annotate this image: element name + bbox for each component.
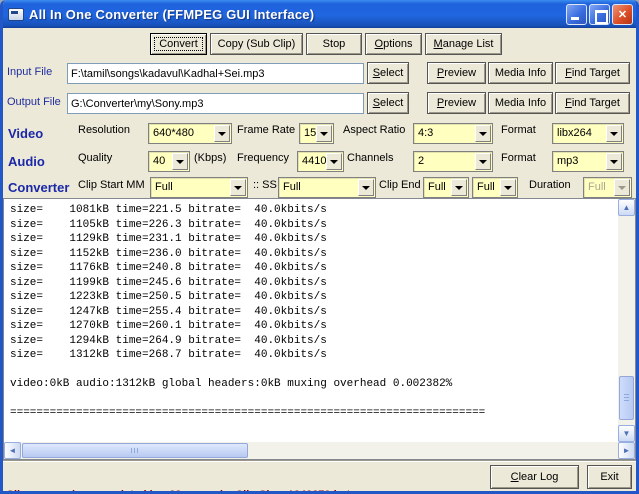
- dropdown-arrow-icon[interactable]: [475, 125, 491, 142]
- aspect-ratio-select[interactable]: 4:3: [413, 123, 493, 144]
- channels-label: Channels: [347, 152, 393, 164]
- resolution-label: Resolution: [78, 124, 130, 136]
- duration-label: Duration: [529, 179, 571, 191]
- frame-rate-select[interactable]: 15: [299, 123, 334, 144]
- converter-section-label: Converter: [8, 180, 69, 195]
- maximize-button[interactable]: [589, 4, 610, 25]
- dropdown-arrow-icon: [614, 179, 630, 196]
- frequency-select[interactable]: 44100: [297, 151, 344, 172]
- vertical-scrollbar[interactable]: ▲ ▼: [618, 199, 635, 442]
- close-button[interactable]: ✕: [612, 4, 633, 25]
- scroll-down-icon[interactable]: ▼: [618, 425, 635, 442]
- clear-log-button[interactable]: Clear Log: [490, 465, 579, 489]
- dropdown-arrow-icon[interactable]: [316, 125, 332, 142]
- kbps-label: (Kbps): [194, 152, 226, 164]
- stop-button[interactable]: Stop: [306, 33, 362, 55]
- scroll-up-icon[interactable]: ▲: [618, 199, 635, 216]
- input-file-label: Input File: [7, 66, 52, 78]
- video-format-label: Format: [501, 124, 536, 136]
- input-preview-button[interactable]: Preview: [427, 62, 486, 84]
- output-preview-button[interactable]: Preview: [427, 92, 486, 114]
- audio-format-select[interactable]: mp3: [552, 151, 624, 172]
- output-file-field[interactable]: [67, 93, 364, 114]
- app-window: All In One Converter (FFMPEG GUI Interfa…: [0, 0, 639, 494]
- dropdown-arrow-icon[interactable]: [230, 179, 246, 196]
- app-icon: [8, 8, 24, 21]
- manage-list-button[interactable]: Manage List: [425, 33, 502, 55]
- titlebar[interactable]: All In One Converter (FFMPEG GUI Interfa…: [0, 0, 639, 28]
- clip-end-label: Clip End: [379, 179, 421, 191]
- dropdown-arrow-icon[interactable]: [172, 153, 188, 170]
- dropdown-arrow-icon[interactable]: [451, 179, 467, 196]
- dropdown-arrow-icon[interactable]: [475, 153, 491, 170]
- clip-start-label: Clip Start MM: [78, 179, 145, 191]
- scroll-right-icon[interactable]: ►: [618, 442, 635, 459]
- input-find-target-button[interactable]: Find Target: [555, 62, 630, 84]
- ss-label: :: SS: [253, 179, 277, 191]
- resolution-select[interactable]: 640*480: [148, 123, 232, 144]
- log-output-panel: size= 1081kB time=221.5 bitrate= 40.0kbi…: [3, 198, 636, 460]
- window-title: All In One Converter (FFMPEG GUI Interfa…: [29, 7, 566, 22]
- status-bar: Clip conversion completed in :28 seconds…: [3, 460, 636, 491]
- output-find-target-button[interactable]: Find Target: [555, 92, 630, 114]
- quality-label: Quality: [78, 152, 112, 164]
- duration-select: Full: [583, 177, 632, 198]
- channels-select[interactable]: 2: [413, 151, 493, 172]
- output-media-info-button[interactable]: Media Info: [488, 92, 553, 114]
- horizontal-scroll-thumb[interactable]: [22, 443, 248, 458]
- dropdown-arrow-icon[interactable]: [358, 179, 374, 196]
- video-format-select[interactable]: libx264: [552, 123, 624, 144]
- horizontal-scrollbar[interactable]: ◄ ►: [4, 442, 635, 459]
- input-media-info-button[interactable]: Media Info: [488, 62, 553, 84]
- aspect-ratio-label: Aspect Ratio: [343, 124, 405, 136]
- input-select-button[interactable]: Select: [367, 62, 409, 84]
- dropdown-arrow-icon[interactable]: [326, 153, 342, 170]
- dialog-body: Convert Copy (Sub Clip) Stop Options Man…: [3, 28, 636, 491]
- dropdown-arrow-icon[interactable]: [606, 125, 622, 142]
- options-button[interactable]: Options: [365, 33, 422, 55]
- quality-select[interactable]: 40: [148, 151, 190, 172]
- clip-end-mm-select[interactable]: Full: [423, 177, 469, 198]
- video-section-label: Video: [8, 126, 43, 141]
- log-text[interactable]: size= 1081kB time=221.5 bitrate= 40.0kbi…: [5, 200, 617, 441]
- clip-start-ss-select[interactable]: Full: [278, 177, 376, 198]
- copy-sub-clip-button[interactable]: Copy (Sub Clip): [210, 33, 303, 55]
- dropdown-arrow-icon[interactable]: [500, 179, 516, 196]
- exit-button[interactable]: Exit: [587, 465, 632, 489]
- convert-button[interactable]: Convert: [150, 33, 207, 55]
- input-file-field[interactable]: [67, 63, 364, 84]
- minimize-button[interactable]: [566, 4, 587, 25]
- vertical-scroll-thumb[interactable]: [619, 376, 634, 420]
- clip-end-ss-select[interactable]: Full: [472, 177, 518, 198]
- clip-start-mm-select[interactable]: Full: [150, 177, 248, 198]
- close-icon: ✕: [618, 8, 627, 21]
- dropdown-arrow-icon[interactable]: [214, 125, 230, 142]
- output-file-label: Output File: [7, 96, 61, 108]
- audio-section-label: Audio: [8, 154, 45, 169]
- scroll-left-icon[interactable]: ◄: [4, 442, 21, 459]
- audio-format-label: Format: [501, 152, 536, 164]
- frame-rate-label: Frame Rate: [237, 124, 295, 136]
- frequency-label: Frequency: [237, 152, 289, 164]
- dropdown-arrow-icon[interactable]: [606, 153, 622, 170]
- status-message-line1: Clip conversion completed in :28 seconds…: [6, 489, 365, 494]
- output-select-button[interactable]: Select: [367, 92, 409, 114]
